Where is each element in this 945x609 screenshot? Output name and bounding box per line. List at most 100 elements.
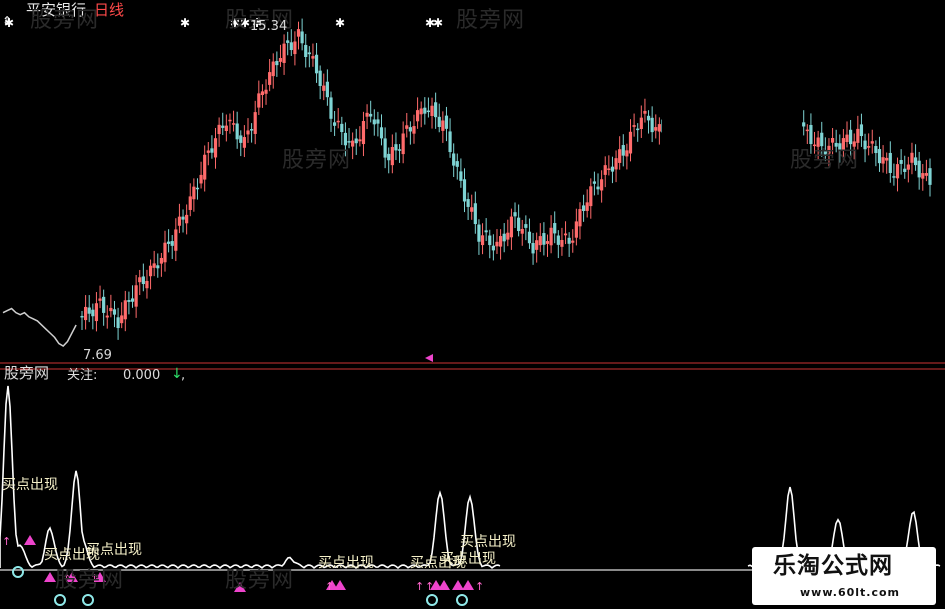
price-intro-line: [2, 307, 77, 347]
candlestick: [84, 295, 88, 330]
candlestick: [231, 110, 236, 132]
current-price-marker: [425, 354, 433, 362]
brand-title: 乐淘公式网: [773, 553, 893, 579]
candlestick: [304, 33, 308, 68]
candlestick: [603, 156, 607, 188]
chart-gap-mask: [930, 0, 945, 140]
candlestick: [322, 73, 326, 101]
candlestick: [535, 232, 539, 263]
candlestick: [513, 202, 517, 229]
candlestick: [899, 149, 903, 175]
low-price-label: 7.69: [83, 348, 112, 363]
indicator-name[interactable]: 股旁网: [4, 366, 49, 381]
candlestick: [282, 34, 286, 75]
arrow-up-icon: ↑: [425, 580, 434, 593]
signal-ring-icon: [456, 594, 468, 606]
signal-ring-icon: [54, 594, 66, 606]
candlestick: [498, 229, 503, 260]
arrow-up-icon: ↑: [325, 580, 334, 593]
left-axis-marker: ⇕: [2, 14, 12, 28]
candlestick: [185, 204, 189, 235]
candlestick: [123, 290, 127, 332]
candlestick: [174, 218, 178, 262]
candlestick: [509, 208, 514, 250]
candlestick: [221, 112, 225, 136]
candlestick: [639, 105, 643, 138]
candlestick: [239, 130, 243, 157]
candlestick: [271, 53, 275, 89]
candlestick: [802, 110, 806, 136]
candlestick: [917, 151, 921, 190]
candlestick: [560, 227, 564, 256]
candlestick: [318, 65, 322, 100]
candlestick: [426, 97, 431, 118]
candlestick: [574, 208, 578, 246]
candlestick: [455, 153, 459, 180]
candlestick: [275, 51, 279, 77]
buy-signal-label: 买点出现: [440, 551, 496, 567]
candlestick: [462, 168, 467, 213]
chart-gap-mask: [535, 0, 597, 140]
candlestick: [387, 147, 391, 174]
candlestick: [235, 111, 239, 149]
watermark-text: 股旁网: [225, 568, 295, 593]
candlestick: [372, 109, 376, 136]
candlestick: [152, 250, 156, 277]
candlestick: [192, 178, 196, 212]
candlestick: [80, 311, 84, 330]
candlestick: [325, 69, 329, 106]
candlestick: [903, 155, 907, 179]
candlestick: [524, 215, 528, 241]
candlestick: [874, 140, 878, 167]
candlestick: [885, 152, 889, 174]
candlestick: [643, 98, 647, 123]
candlestick: [250, 123, 254, 143]
candlestick: [567, 232, 571, 257]
candlestick: [311, 43, 315, 67]
buy-signal-label: 买点出现: [318, 555, 374, 571]
candlestick: [109, 294, 113, 318]
candlestick: [906, 156, 910, 183]
candlestick: [401, 121, 405, 164]
buy-triangle-icon: [462, 580, 474, 590]
candlestick: [921, 164, 925, 191]
signal-ring-icon: [426, 594, 438, 606]
candlestick: [369, 100, 373, 123]
candlestick: [845, 121, 849, 148]
chart-canvas[interactable]: ✱ ✱ ✱ ✱ ✱ ✱ ✱✱ ↑↑ ↑↑ ↑ ↑ ↑ ⇕: [0, 0, 945, 609]
candlestick: [105, 305, 109, 329]
candlestick: [203, 145, 207, 192]
buy-triangle-icon: [24, 535, 36, 545]
candlestick: [545, 234, 550, 257]
candlestick: [116, 307, 120, 340]
candlestick: [293, 31, 297, 66]
candlestick: [877, 136, 882, 172]
buy-triangle-icon: [334, 580, 346, 590]
watermark-text: 股旁网: [55, 568, 125, 593]
candlestick: [415, 97, 420, 129]
candlestick: [268, 59, 272, 92]
candlestick: [148, 259, 153, 290]
candlestick: [408, 121, 412, 145]
candlestick: [870, 129, 874, 154]
candlestick: [379, 114, 384, 146]
candlestick: [549, 215, 553, 254]
candlestick: [405, 112, 409, 138]
candlestick: [556, 230, 560, 259]
candlestick: [888, 141, 892, 183]
candlestick: [495, 229, 499, 254]
candlestick: [881, 145, 885, 173]
watermark-text: 股旁网: [456, 8, 526, 33]
candlestick: [390, 134, 394, 174]
candlestick: [286, 31, 290, 56]
candlestick: [156, 253, 160, 278]
arrow-up-icon: ↑: [415, 580, 424, 593]
candlestick: [257, 80, 261, 115]
candlestick: [459, 158, 463, 188]
buy-triangle-icon: [438, 580, 450, 590]
candlestick: [159, 252, 163, 277]
candlestick: [585, 189, 589, 218]
buy-signal-label: 买点出现: [2, 477, 58, 493]
candlestick: [163, 230, 167, 272]
brand-url: www.60lt.com: [800, 586, 901, 599]
